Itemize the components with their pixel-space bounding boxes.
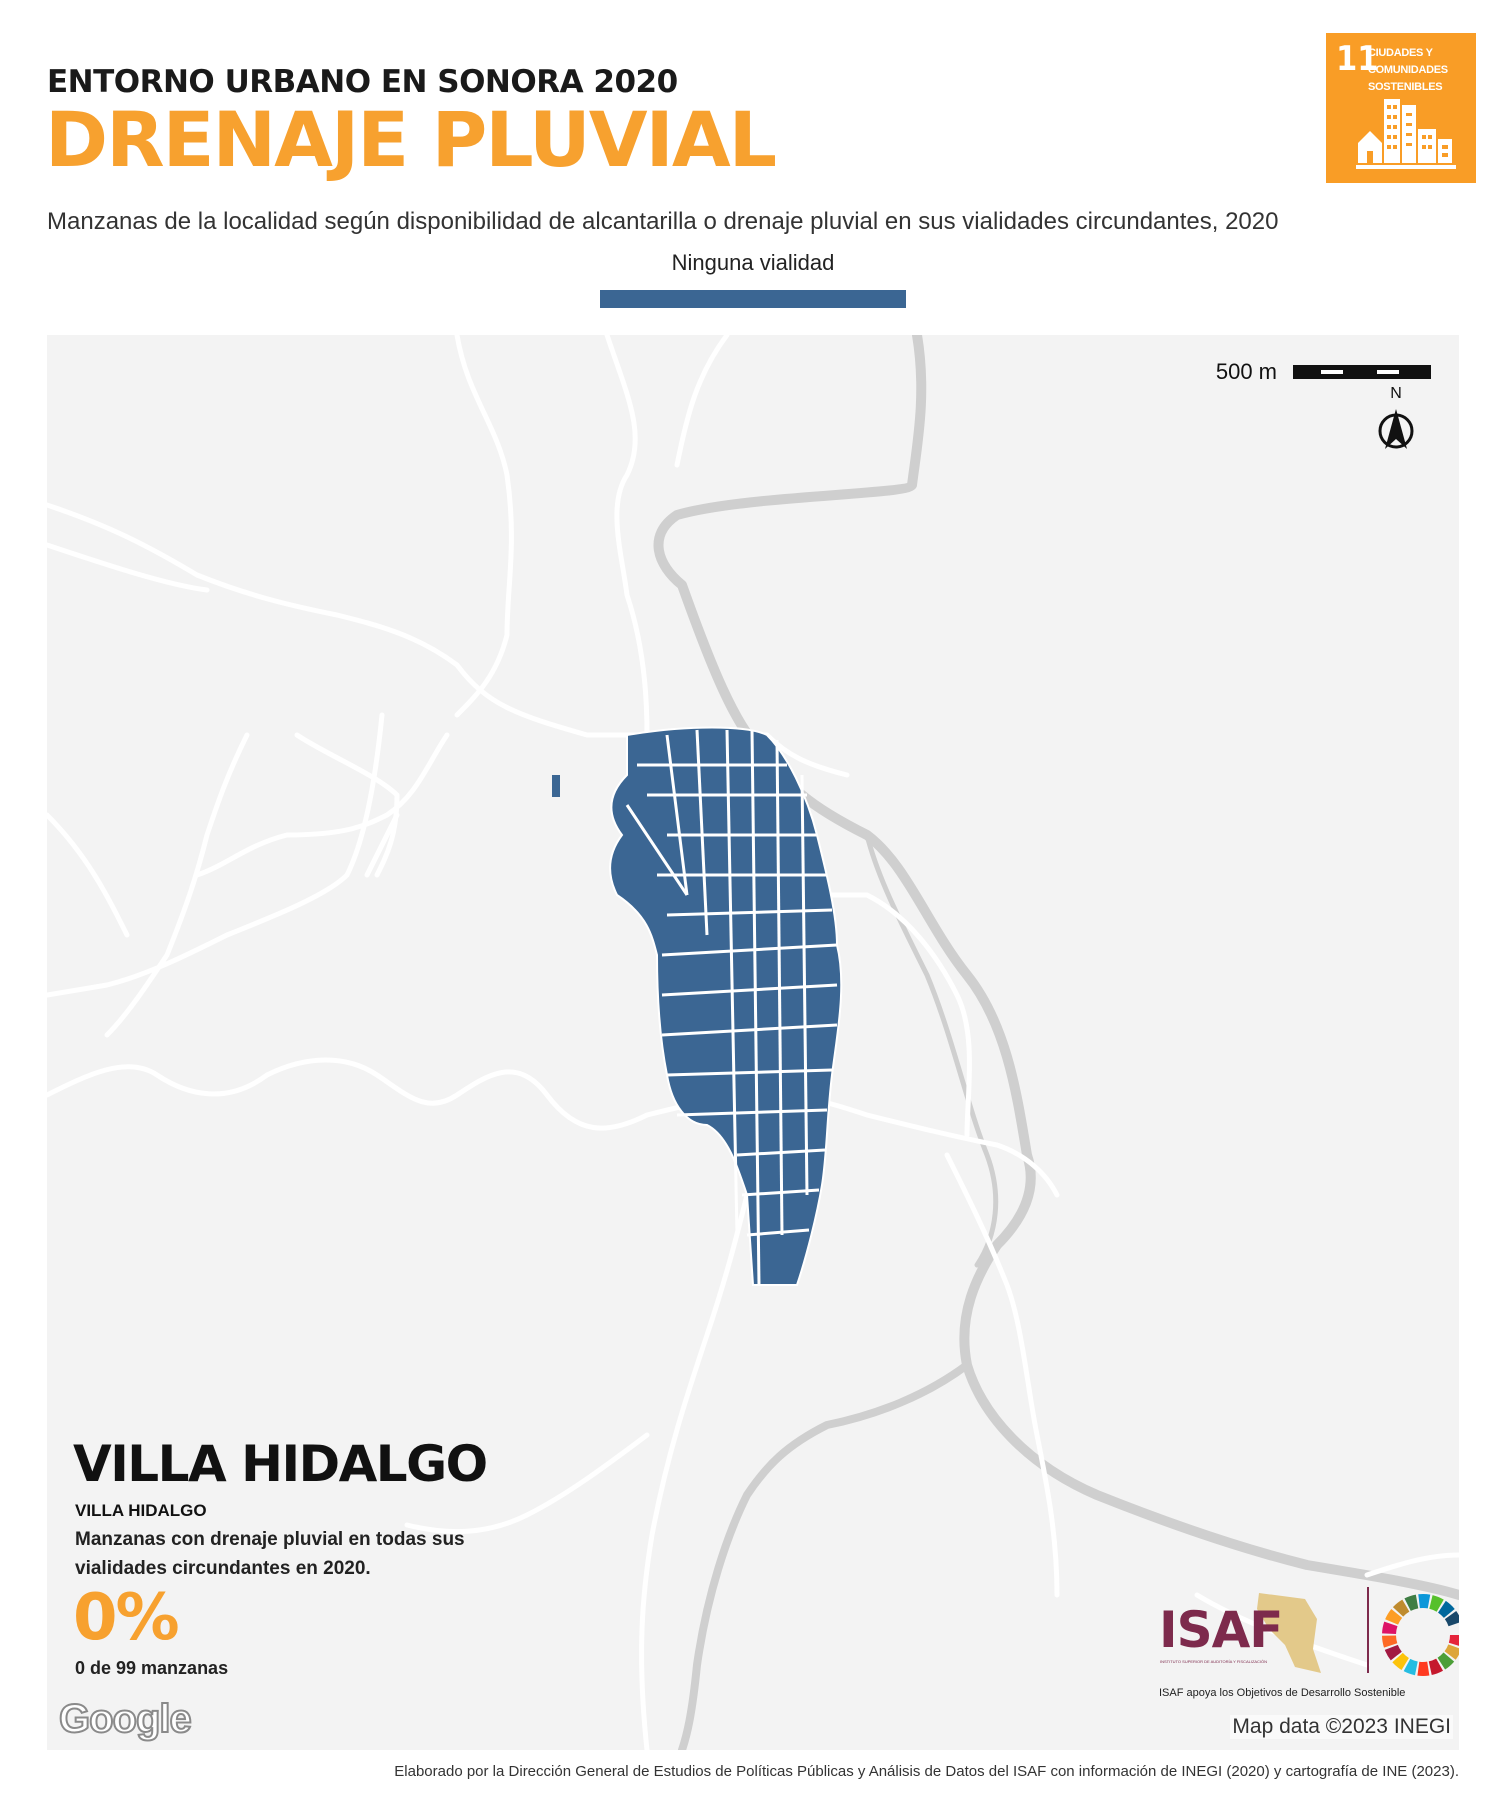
city-buildings-icon	[1356, 99, 1456, 169]
sdg-11-badge: 11 CIUDADES Y COMUNIDADES SOSTENIBLES	[1326, 33, 1476, 183]
isaf-logo-block: ISAF INSTITUTO SUPERIOR DE AUDITORÍA Y F…	[1159, 1587, 1459, 1699]
map-attribution[interactable]: Map data ©2023 INEGI	[1230, 1715, 1453, 1739]
scale-bar	[1293, 365, 1431, 379]
logo-divider	[1367, 1587, 1369, 1673]
isaf-logo: ISAF	[1159, 1601, 1283, 1659]
scale-label: 500 m	[1215, 359, 1277, 384]
isaf-subtitle: INSTITUTO SUPERIOR DE AUDITORÍA Y FISCAL…	[1160, 1659, 1268, 1664]
isolated-block[interactable]	[552, 775, 560, 797]
sdg-text: CIUDADES Y COMUNIDADES SOSTENIBLES	[1368, 47, 1448, 93]
subtitle: Manzanas de la localidad según disponibi…	[47, 208, 1279, 235]
sdg-wheel-icon	[1382, 1594, 1459, 1676]
google-logo[interactable]: Google	[58, 1696, 193, 1742]
north-arrow-icon: N	[1373, 385, 1419, 451]
legend-swatch	[600, 290, 906, 308]
legend-label: Ninguna vialidad	[671, 250, 835, 275]
urban-blocks[interactable]	[609, 726, 843, 1286]
page-title: DRENAJE PLUVIAL	[45, 95, 777, 184]
stat-count: 0 de 99 manzanas	[75, 1658, 229, 1678]
municipality-name: VILLA HIDALGO	[75, 1501, 207, 1520]
stat-value: 0%	[73, 1581, 180, 1655]
footer-credits: Elaborado por la Dirección General de Es…	[394, 1763, 1459, 1780]
north-label: N	[1390, 385, 1402, 402]
map-panel[interactable]: 500 m N VILLA HIDALGO VILLA HIDALGO Manz…	[47, 335, 1459, 1750]
isaf-tagline: ISAF apoya los Objetivos de Desarrollo S…	[1159, 1687, 1406, 1699]
locality-name: VILLA HIDALGO	[73, 1435, 488, 1493]
stat-description: Manzanas con drenaje pluvial en todas su…	[75, 1529, 465, 1579]
